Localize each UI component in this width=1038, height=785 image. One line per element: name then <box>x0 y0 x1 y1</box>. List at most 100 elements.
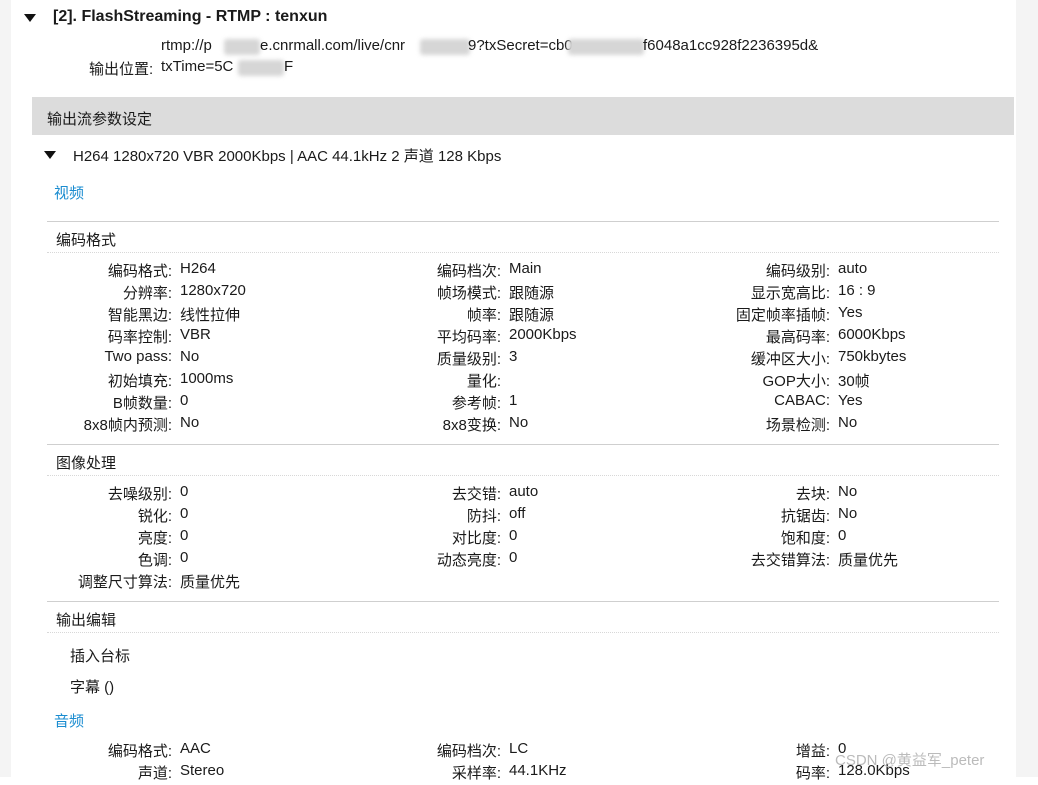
field-value: 0 <box>180 392 189 409</box>
field-value: 30帧 <box>838 373 870 390</box>
field-value: 3 <box>509 348 518 365</box>
field-label: 编码档次: <box>436 743 501 760</box>
profile-summary: H264 1280x720 VBR 2000Kbps | AAC 44.1kHz… <box>73 148 502 165</box>
field-label: 编码级别: <box>765 263 830 280</box>
field-label: 参考帧: <box>451 395 501 412</box>
field-value: Yes <box>838 392 863 409</box>
output-url-part: F <box>284 58 294 75</box>
field-label: 8x8帧内预测: <box>83 417 172 434</box>
field-label: 色调: <box>137 552 172 569</box>
field-value: auto <box>509 483 539 500</box>
field-label: 码率: <box>795 765 830 782</box>
field-value: 质量优先 <box>180 574 241 591</box>
field-label: 码率控制: <box>107 329 172 346</box>
field-value: Stereo <box>180 762 225 779</box>
image-processing-title: 图像处理 <box>56 455 117 472</box>
field-label: 编码格式: <box>107 743 172 760</box>
field-value: No <box>838 505 858 522</box>
field-label: 场景检测: <box>765 417 830 434</box>
field-label: 平均码率: <box>436 329 501 346</box>
redaction-blur <box>568 39 644 55</box>
csdn-watermark: CSDN @黄益军_peter <box>835 752 985 769</box>
field-value: 1 <box>509 392 518 409</box>
divider <box>47 221 999 222</box>
expand-triangle-icon[interactable] <box>44 151 56 159</box>
params-panel <box>32 135 1014 785</box>
audio-link[interactable]: 音频 <box>54 710 84 731</box>
field-value: No <box>838 414 858 431</box>
encoding-title: 编码格式 <box>56 232 117 249</box>
field-value: off <box>509 505 526 522</box>
field-label: 采样率: <box>451 765 501 782</box>
field-label: 最高码率: <box>765 329 830 346</box>
field-label: 初始填充: <box>107 373 172 390</box>
video-link[interactable]: 视频 <box>54 182 84 203</box>
field-value: VBR <box>180 326 211 343</box>
field-value: Yes <box>838 304 863 321</box>
field-value: 0 <box>180 483 189 500</box>
field-label: 帧场模式: <box>436 285 501 302</box>
field-value: 0 <box>509 549 518 566</box>
field-value: No <box>838 483 858 500</box>
field-label: 调整尺寸算法: <box>77 574 172 591</box>
insert-logo-item[interactable]: 插入台标 <box>70 645 130 666</box>
output-location-label: 输出位置: <box>89 61 154 78</box>
field-value: 0 <box>838 527 847 544</box>
divider <box>47 601 999 602</box>
field-label: 量化: <box>466 373 501 390</box>
field-value: 线性拉伸 <box>180 307 241 324</box>
field-label: 对比度: <box>451 530 501 547</box>
field-label: 锐化: <box>137 508 172 525</box>
dotted-divider <box>47 632 999 633</box>
field-label: 动态亮度: <box>436 552 501 569</box>
field-value: 跟随源 <box>509 285 555 302</box>
dotted-divider <box>47 475 999 476</box>
field-value: 44.1KHz <box>509 762 567 779</box>
subtitle-item[interactable]: 字幕 () <box>70 676 114 697</box>
field-label: 显示宽高比: <box>750 285 830 302</box>
right-margin <box>1016 0 1038 777</box>
field-label: 质量级别: <box>436 351 501 368</box>
field-value: 16 : 9 <box>838 282 876 299</box>
field-label: 饱和度: <box>780 530 830 547</box>
field-label: Two pass: <box>104 348 172 365</box>
output-params-header[interactable] <box>32 97 1014 135</box>
field-value: 1000ms <box>180 370 234 387</box>
field-value: auto <box>838 260 868 277</box>
field-label: 声道: <box>137 765 172 782</box>
field-label: 分辨率: <box>122 285 172 302</box>
field-value: 750kbytes <box>838 348 907 365</box>
field-label: 去交错算法: <box>750 552 830 569</box>
field-value: No <box>180 348 200 365</box>
redaction-blur <box>238 60 284 76</box>
output-url-part: txTime=5C <box>161 58 234 75</box>
field-value: 1280x720 <box>180 282 246 299</box>
divider <box>47 444 999 445</box>
output-url-part: rtmp://p <box>161 37 212 54</box>
field-label: 抗锯齿: <box>780 508 830 525</box>
field-value: 0 <box>180 527 189 544</box>
field-value: AAC <box>180 740 211 757</box>
field-value: 0 <box>180 505 189 522</box>
output-params-title: 输出流参数设定 <box>47 111 153 128</box>
field-label: 智能黑边: <box>107 307 172 324</box>
collapse-triangle-icon[interactable] <box>24 14 36 22</box>
output-url-part: e.cnrmall.com/live/cnr <box>260 37 406 54</box>
field-value: 6000Kbps <box>838 326 906 343</box>
field-label: 8x8变换: <box>442 417 501 434</box>
field-label: 防抖: <box>466 508 501 525</box>
field-value: H264 <box>180 260 216 277</box>
field-value: 0 <box>180 549 189 566</box>
field-value: No <box>509 414 529 431</box>
field-label: 去块: <box>795 486 830 503</box>
redaction-blur <box>420 39 470 55</box>
stream-title: [2]. FlashStreaming - RTMP : tenxun <box>53 8 328 25</box>
field-value: No <box>180 414 200 431</box>
field-value: 跟随源 <box>509 307 555 324</box>
field-value: 2000Kbps <box>509 326 577 343</box>
field-value: Main <box>509 260 542 277</box>
field-label: B帧数量: <box>112 395 172 412</box>
redaction-blur <box>224 39 260 55</box>
field-value: 质量优先 <box>838 552 899 569</box>
left-margin <box>0 0 11 777</box>
